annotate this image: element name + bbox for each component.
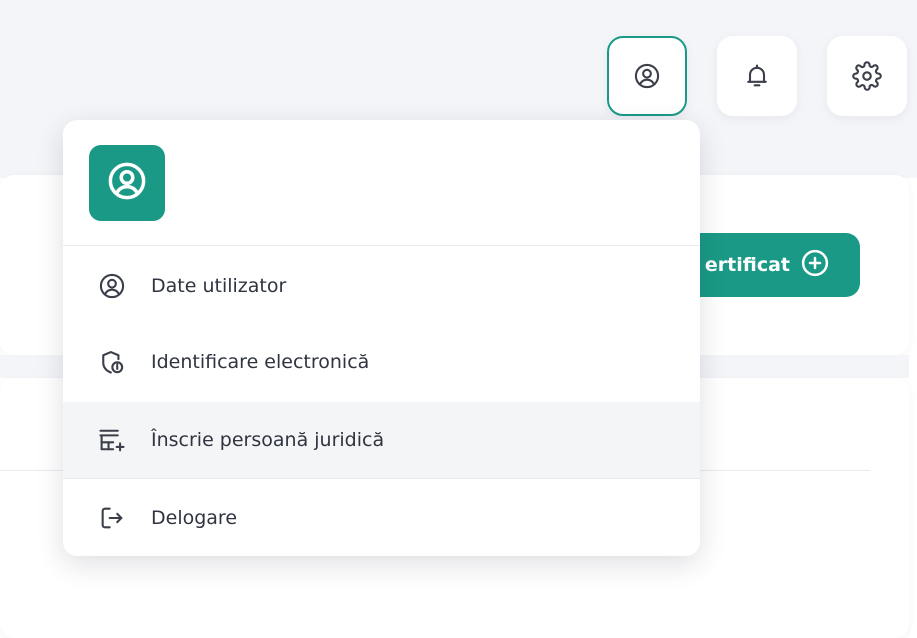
menu-item-logout[interactable]: Delogare — [63, 480, 700, 556]
plus-circle-icon — [800, 248, 830, 283]
menu-item-label: Delogare — [151, 507, 238, 529]
menu-divider — [63, 245, 700, 246]
menu-item-electronic-id[interactable]: Identificare electronică — [63, 324, 700, 400]
logout-icon — [97, 503, 127, 533]
user-avatar — [89, 145, 165, 221]
menu-item-label: Date utilizator — [151, 275, 287, 297]
menu-item-user-data[interactable]: Date utilizator — [63, 248, 700, 324]
menu-item-label: Înscrie persoană juridică — [151, 429, 385, 451]
menu-divider — [63, 478, 700, 479]
user-dropdown-menu: Date utilizator Identificare electronică — [63, 120, 700, 556]
settings-button[interactable] — [827, 36, 907, 116]
gear-icon — [852, 61, 882, 91]
user-circle-icon — [106, 160, 148, 206]
bell-icon — [743, 62, 771, 90]
user-circle-icon — [633, 62, 661, 90]
store-add-icon — [97, 425, 127, 455]
shield-info-icon — [97, 347, 127, 377]
notifications-button[interactable] — [717, 36, 797, 116]
user-circle-icon — [97, 271, 127, 301]
user-menu-button[interactable] — [607, 36, 687, 116]
menu-item-label: Identificare electronică — [151, 351, 370, 373]
add-certificate-label: ertificat — [704, 254, 790, 276]
menu-item-register-company[interactable]: Înscrie persoană juridică — [63, 402, 700, 478]
